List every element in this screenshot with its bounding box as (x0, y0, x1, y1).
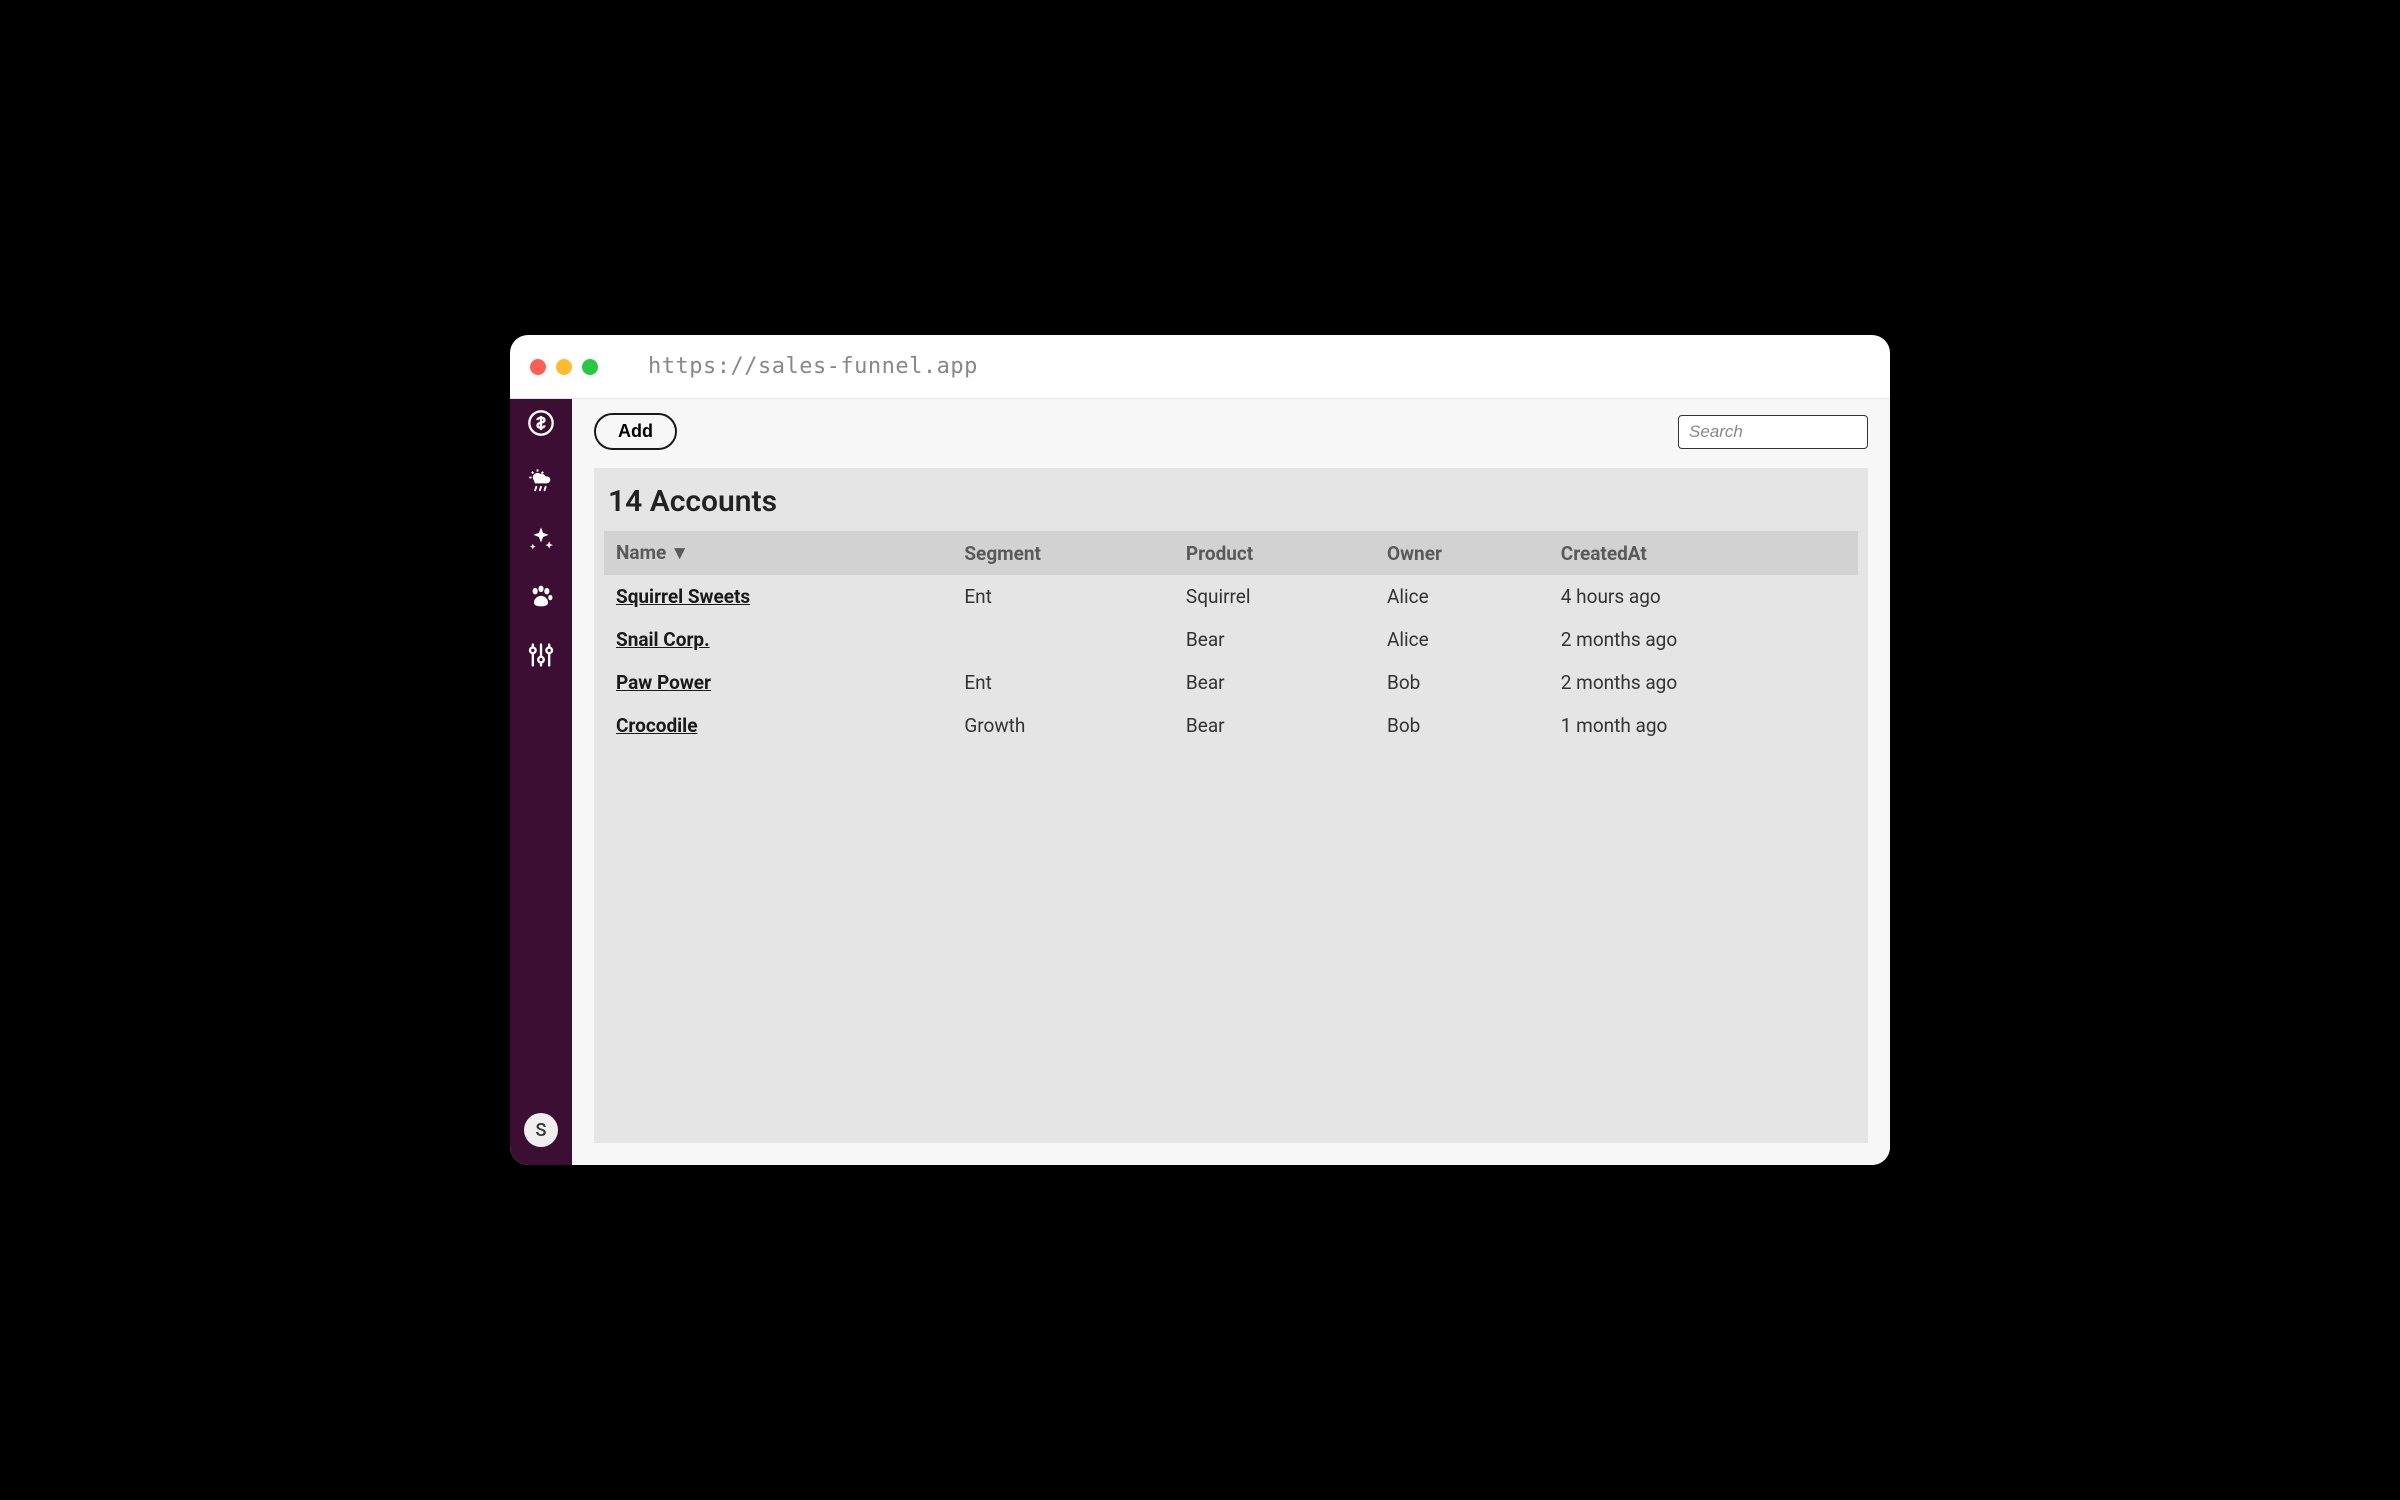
cell-createdat: 4 hours ago (1549, 575, 1858, 618)
nav-settings[interactable] (523, 639, 559, 675)
sort-indicator-icon: ▼ (670, 541, 689, 564)
maximize-window-button[interactable] (582, 359, 598, 375)
cell-product: Squirrel (1174, 575, 1375, 618)
nav-pets[interactable] (523, 581, 559, 617)
main-content: Add 14 Accounts Name▼ Segment Product Ow… (572, 399, 1890, 1165)
cell-product: Bear (1174, 661, 1375, 704)
add-button[interactable]: Add (594, 413, 677, 450)
cell-createdat: 1 month ago (1549, 704, 1858, 747)
table-row: Crocodile Growth Bear Bob 1 month ago (604, 704, 1858, 747)
cell-owner: Bob (1375, 704, 1549, 747)
cell-product: Bear (1174, 618, 1375, 661)
col-segment[interactable]: Segment (952, 531, 1174, 575)
cell-segment: Growth (952, 704, 1174, 747)
account-link[interactable]: Paw Power (616, 671, 711, 694)
cell-product: Bear (1174, 704, 1375, 747)
close-window-button[interactable] (530, 359, 546, 375)
cell-owner: Bob (1375, 661, 1549, 704)
sidebar: S (510, 399, 572, 1165)
minimize-window-button[interactable] (556, 359, 572, 375)
table-row: Snail Corp. Bear Alice 2 months ago (604, 618, 1858, 661)
app-body: S Add 14 Accounts Name▼ Segment (510, 399, 1890, 1165)
cell-segment: Ent (952, 575, 1174, 618)
panel-title: 14 Accounts (604, 478, 1858, 531)
account-link[interactable]: Squirrel Sweets (616, 585, 750, 608)
accounts-panel: 14 Accounts Name▼ Segment Product Owner … (594, 468, 1868, 1143)
table-row: Squirrel Sweets Ent Squirrel Alice 4 hou… (604, 575, 1858, 618)
titlebar: https://sales-funnel.app (510, 335, 1890, 399)
cell-createdat: 2 months ago (1549, 661, 1858, 704)
sliders-icon (527, 641, 555, 673)
col-name-label: Name (616, 541, 666, 564)
weather-icon (527, 467, 555, 499)
col-createdat[interactable]: CreatedAt (1549, 531, 1858, 575)
cell-owner: Alice (1375, 575, 1549, 618)
toolbar: Add (594, 413, 1868, 450)
nav-accounts[interactable] (523, 407, 559, 443)
cell-segment: Ent (952, 661, 1174, 704)
account-link[interactable]: Crocodile (616, 714, 697, 737)
table-row: Paw Power Ent Bear Bob 2 months ago (604, 661, 1858, 704)
col-owner[interactable]: Owner (1375, 531, 1549, 575)
col-product[interactable]: Product (1174, 531, 1375, 575)
cell-owner: Alice (1375, 618, 1549, 661)
table-header-row: Name▼ Segment Product Owner CreatedAt (604, 531, 1858, 575)
avatar-initial: S (536, 1120, 547, 1141)
nav-insights[interactable] (523, 523, 559, 559)
app-window: https://sales-funnel.app (510, 335, 1890, 1165)
cell-createdat: 2 months ago (1549, 618, 1858, 661)
window-controls (530, 359, 598, 375)
user-avatar[interactable]: S (524, 1113, 558, 1147)
cell-segment (952, 618, 1174, 661)
search-input[interactable] (1678, 415, 1868, 449)
account-link[interactable]: Snail Corp. (616, 628, 710, 651)
col-name[interactable]: Name▼ (604, 531, 952, 575)
paw-icon (527, 583, 555, 615)
accounts-table: Name▼ Segment Product Owner CreatedAt Sq… (604, 531, 1858, 747)
nav-forecast[interactable] (523, 465, 559, 501)
address-url: https://sales-funnel.app (648, 354, 978, 379)
dollar-icon (527, 409, 555, 441)
sparkle-icon (527, 525, 555, 557)
